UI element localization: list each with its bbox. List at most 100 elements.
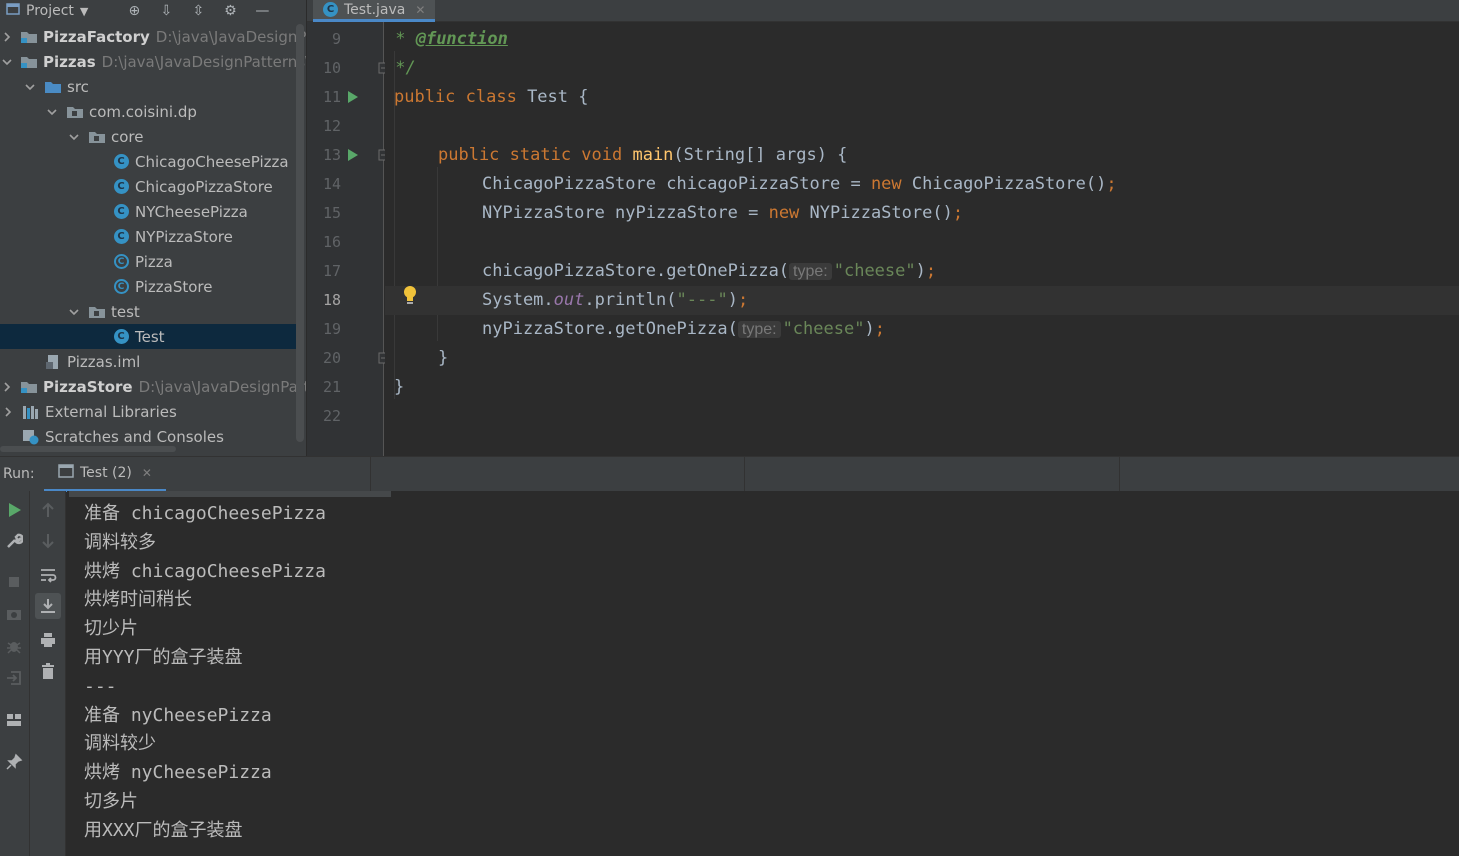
tree-item-chicagocheesepizza[interactable]: C ChicagoCheesePizza xyxy=(0,149,296,174)
wrench-icon[interactable] xyxy=(5,532,23,550)
project-vertical-scrollbar[interactable] xyxy=(296,24,304,442)
print-icon[interactable] xyxy=(39,631,57,649)
chevron-down-icon[interactable] xyxy=(24,81,36,93)
arrow-up-icon[interactable] xyxy=(39,501,57,519)
tree-item-src[interactable]: src xyxy=(0,74,296,99)
line-number[interactable]: 13 xyxy=(307,141,341,170)
collapse-all-icon[interactable]: ⇳ xyxy=(190,3,206,19)
header-divider xyxy=(370,457,371,492)
editor-gutter[interactable]: 9 10 11 12 13 14 15 16 17 18 19 20 21 22 xyxy=(307,22,390,456)
line-number[interactable]: 10 xyxy=(307,54,341,83)
chevron-down-icon[interactable] xyxy=(68,131,80,143)
hide-icon[interactable]: — xyxy=(254,3,270,19)
line-number[interactable]: 20 xyxy=(307,344,341,373)
header-divider xyxy=(744,457,745,492)
stop-icon[interactable] xyxy=(5,573,23,591)
pin-icon[interactable] xyxy=(5,753,23,771)
console-output-line: 切少片 xyxy=(84,618,138,640)
chevron-right-icon[interactable] xyxy=(2,31,12,43)
console-output-line: 用XXX厂的盒子装盘 xyxy=(84,819,243,841)
tree-item-label: Pizzas xyxy=(43,52,96,71)
tree-item-label: src xyxy=(67,77,89,96)
code-editor[interactable]: * @function */ public class Test { publi… xyxy=(385,22,1459,456)
line-number[interactable]: 14 xyxy=(307,170,341,199)
line-number[interactable]: 15 xyxy=(307,199,341,228)
project-horizontal-scrollbar[interactable] xyxy=(0,446,176,452)
tree-item-chicagopizzastore[interactable]: C ChicagoPizzaStore xyxy=(0,174,296,199)
lightbulb-icon[interactable] xyxy=(401,284,419,306)
tree-item-core[interactable]: core xyxy=(0,124,296,149)
class-icon: C xyxy=(112,179,130,195)
bug-icon[interactable] xyxy=(5,637,23,655)
tree-item-pizzas[interactable]: Pizzas D:\java\JavaDesignPatterns\D xyxy=(0,49,307,74)
console-output-line: 烘烤时间稍长 xyxy=(84,589,192,611)
layout-icon[interactable] xyxy=(5,711,23,729)
tree-item-pizzafactory[interactable]: PizzaFactory D:\java\JavaDesignPat xyxy=(0,24,307,49)
close-icon[interactable]: ✕ xyxy=(415,3,425,17)
line-number[interactable]: 22 xyxy=(307,402,341,431)
run-console[interactable]: 准备 chicagoCheesePizza 调料较多 烘烤 chicagoChees… xyxy=(67,491,1459,856)
run-tab-label: Test (2) xyxy=(80,465,132,481)
class-icon: C xyxy=(112,154,130,170)
console-output-line: --- xyxy=(84,675,117,697)
tree-item-test[interactable]: test xyxy=(0,299,296,324)
tab-test-java[interactable]: C Test.java ✕ xyxy=(313,0,436,22)
console-output-line: 烘烤 nyCheesePizza xyxy=(84,762,272,784)
run-toolbar-left xyxy=(0,491,30,856)
line-number[interactable]: 12 xyxy=(307,112,341,141)
project-view-label: Project xyxy=(26,3,74,19)
code-line-19: nyPizzaStore.getOnePizza(type: "cheese"); xyxy=(482,319,885,339)
line-number[interactable]: 16 xyxy=(307,228,341,257)
code-line-11: public class Test { xyxy=(394,87,589,107)
run-gutter-icon[interactable] xyxy=(347,90,359,104)
tree-item-external-libraries[interactable]: External Libraries xyxy=(0,399,296,424)
tree-item-pizza[interactable]: C Pizza xyxy=(0,249,296,274)
run-tab-test[interactable]: Test (2) ✕ xyxy=(44,457,166,492)
console-horizontal-scrollbar[interactable] xyxy=(69,491,391,497)
tree-item-pizzastore[interactable]: PizzaStore D:\java\JavaDesignPatte xyxy=(0,374,307,399)
tree-item-test[interactable]: C Test xyxy=(0,324,296,349)
tree-item-com-coisini-dp[interactable]: com.coisini.dp xyxy=(0,99,296,124)
rerun-icon[interactable] xyxy=(5,501,23,519)
chevron-down-icon[interactable] xyxy=(68,306,80,318)
camera-icon[interactable] xyxy=(5,605,23,623)
line-number[interactable]: 9 xyxy=(307,25,341,54)
tree-item-pizzastore[interactable]: C PizzaStore xyxy=(0,274,296,299)
soft-wrap-icon[interactable] xyxy=(39,566,57,584)
chevron-right-icon[interactable] xyxy=(2,381,12,393)
scroll-to-end-icon[interactable] xyxy=(35,593,61,619)
exit-icon[interactable] xyxy=(5,669,23,687)
tree-item-label: External Libraries xyxy=(45,402,177,421)
package-icon xyxy=(88,129,106,145)
chevron-down-icon[interactable] xyxy=(46,106,58,118)
trash-icon[interactable] xyxy=(39,662,57,680)
tree-item-path: D:\java\JavaDesignPatte xyxy=(138,377,307,396)
gear-icon[interactable]: ⚙ xyxy=(222,3,238,19)
libraries-icon xyxy=(22,404,40,420)
line-number[interactable]: 19 xyxy=(307,315,341,344)
close-icon[interactable]: ✕ xyxy=(142,466,152,480)
arrow-down-icon[interactable] xyxy=(39,532,57,550)
project-view-selector[interactable]: Project ▼ xyxy=(0,0,88,22)
tree-item-pizzas-iml[interactable]: Pizzas.iml xyxy=(0,349,296,374)
tree-item-nycheesepizza[interactable]: C NYCheesePizza xyxy=(0,199,296,224)
tree-item-nypizzastore[interactable]: C NYPizzaStore xyxy=(0,224,296,249)
line-number[interactable]: 21 xyxy=(307,373,341,402)
chevron-down-icon[interactable] xyxy=(2,56,12,68)
package-icon xyxy=(88,304,106,320)
line-number[interactable]: 18 xyxy=(307,286,341,315)
line-number[interactable]: 17 xyxy=(307,257,341,286)
console-output-line: 调料较少 xyxy=(84,733,156,755)
expand-all-icon[interactable]: ⇩ xyxy=(158,3,174,19)
code-line-17: chicagoPizzaStore.getOnePizza(type: "chee… xyxy=(482,261,937,281)
run-gutter-icon[interactable] xyxy=(347,148,359,162)
line-number[interactable]: 11 xyxy=(307,83,341,112)
console-output-line: 准备 chicagoCheesePizza xyxy=(84,503,326,524)
console-output-line: 切多片 xyxy=(84,791,138,812)
chevron-right-icon[interactable] xyxy=(2,406,14,418)
locate-icon[interactable]: ⊕ xyxy=(126,3,142,19)
